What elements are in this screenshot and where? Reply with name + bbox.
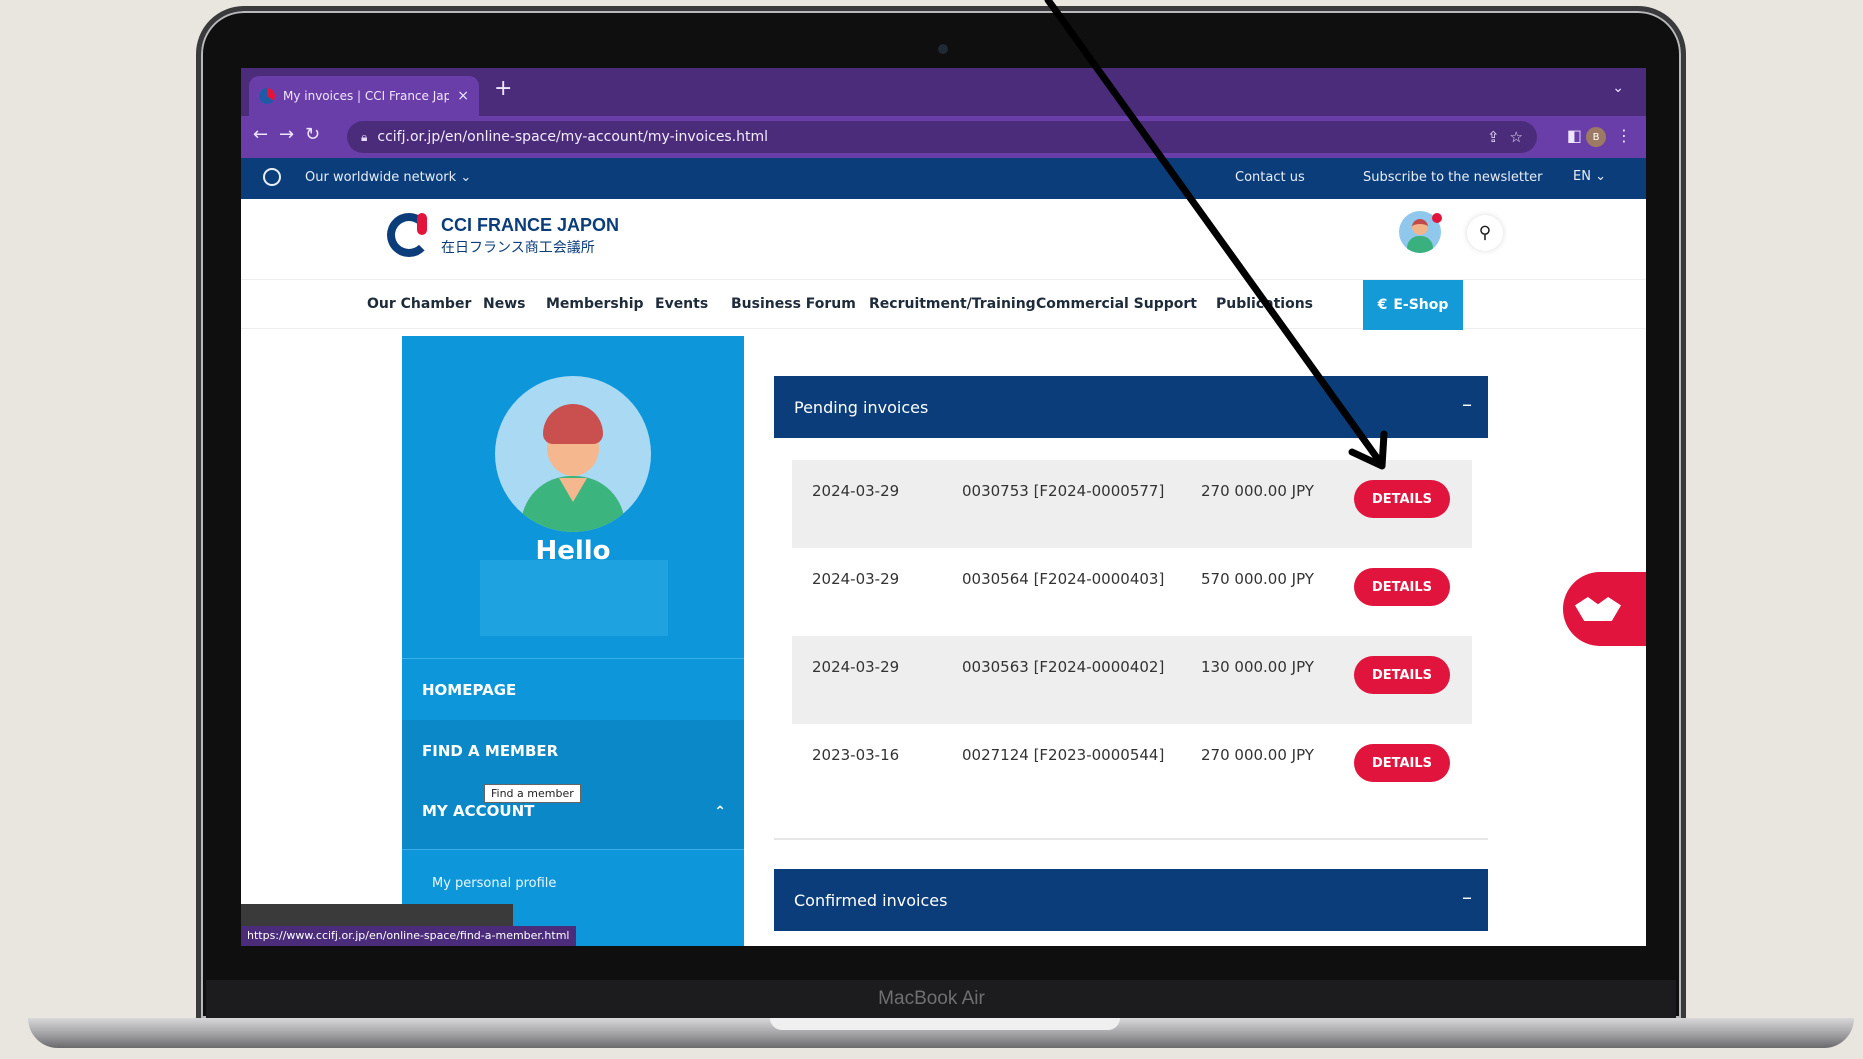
avatar-hair bbox=[543, 404, 603, 444]
screen: My invoices | CCI France Japon × + ⌄ ← →… bbox=[241, 68, 1646, 946]
invoice-number: 0030753 [F2024-0000577] bbox=[962, 482, 1165, 500]
sidebar-item-find-member[interactable]: FIND A MEMBER bbox=[402, 720, 744, 784]
network-label: Our worldwide network bbox=[305, 170, 457, 185]
details-button[interactable]: DETAILS bbox=[1354, 744, 1450, 782]
close-tab-icon[interactable]: × bbox=[457, 88, 469, 104]
boat-icon bbox=[1575, 597, 1621, 621]
invoice-row: 2024-03-29 0030563 [F2024-0000402] 130 0… bbox=[792, 636, 1472, 724]
collapse-icon[interactable]: – bbox=[1462, 392, 1472, 416]
confirmed-invoices-header[interactable]: Confirmed invoices – bbox=[774, 869, 1488, 931]
laptop-notch bbox=[770, 1018, 1120, 1030]
worldwide-network-dropdown[interactable]: Our worldwide network ⌄ bbox=[305, 170, 471, 185]
search-button[interactable]: ⚲ bbox=[1467, 215, 1503, 251]
invoice-date: 2024-03-29 bbox=[812, 658, 900, 676]
eshop-label: E-Shop bbox=[1393, 297, 1449, 313]
eshop-button[interactable]: € E-Shop bbox=[1363, 280, 1463, 330]
invoice-row: 2024-03-29 0030753 [F2024-0000577] 270 0… bbox=[792, 460, 1472, 548]
invoice-number: 0030564 [F2024-0000403] bbox=[962, 570, 1165, 588]
logo-title[interactable]: CCI FRANCE JAPON bbox=[441, 215, 619, 236]
confirmed-invoices-title: Confirmed invoices bbox=[794, 890, 948, 910]
nav-business-forum[interactable]: Business Forum bbox=[731, 296, 856, 312]
chevron-down-icon: ⌄ bbox=[1595, 169, 1606, 184]
forward-arrow-icon[interactable]: → bbox=[279, 124, 294, 145]
account-sidebar: Hello HOMEPAGE FIND A MEMBER MY ACCOUNT … bbox=[402, 336, 744, 946]
logo-accent bbox=[417, 213, 427, 235]
lock-icon: 🔒︎ bbox=[361, 129, 368, 144]
browser-toolbar: ← → ↻ 🔒︎ ccifj.or.jp/en/online-space/my-… bbox=[241, 116, 1646, 158]
invoice-date: 2023-03-16 bbox=[812, 746, 900, 764]
invoice-amount: 570 000.00 JPY bbox=[1201, 570, 1314, 588]
browser-tabbar: My invoices | CCI France Japon × + ⌄ bbox=[241, 68, 1646, 116]
invoice-amount: 270 000.00 JPY bbox=[1201, 746, 1314, 764]
avatar-head bbox=[1412, 219, 1428, 235]
avatar-body bbox=[1407, 236, 1433, 253]
language-label: EN bbox=[1573, 169, 1591, 184]
chevron-down-icon: ⌄ bbox=[460, 170, 472, 185]
laptop-brand: MacBook Air bbox=[878, 988, 985, 1009]
contact-link[interactable]: Contact us bbox=[1235, 170, 1305, 185]
profile-avatar-large bbox=[495, 376, 651, 532]
main-navigation: Our Chamber News Membership Events Busin… bbox=[241, 279, 1646, 330]
euro-icon: € bbox=[1377, 297, 1388, 313]
status-bar-url: https://www.ccifj.or.jp/en/online-space/… bbox=[241, 926, 576, 946]
pending-invoices-title: Pending invoices bbox=[794, 397, 929, 417]
tab-search-icon[interactable]: ⌄ bbox=[1612, 80, 1624, 96]
invoice-amount: 270 000.00 JPY bbox=[1201, 482, 1314, 500]
newsletter-link[interactable]: Subscribe to the newsletter bbox=[1363, 170, 1542, 185]
sidebar-item-homepage[interactable]: HOMEPAGE bbox=[402, 658, 744, 720]
my-account-label: MY ACCOUNT bbox=[422, 802, 535, 820]
pending-invoices-header[interactable]: Pending invoices – bbox=[774, 376, 1488, 438]
nav-publications[interactable]: Publications bbox=[1216, 296, 1313, 312]
side-panel-icon[interactable]: ◧ bbox=[1567, 126, 1582, 145]
invoice-row: 2023-03-16 0027124 [F2023-0000544] 270 0… bbox=[792, 724, 1472, 812]
user-name-redacted bbox=[480, 560, 668, 636]
details-button[interactable]: DETAILS bbox=[1354, 656, 1450, 694]
site-favicon-icon bbox=[259, 88, 275, 104]
nav-membership[interactable]: Membership bbox=[546, 296, 644, 312]
section-divider bbox=[774, 838, 1488, 840]
sidebar-item-personal-profile[interactable]: My personal profile bbox=[432, 876, 556, 891]
globe-icon bbox=[263, 168, 281, 186]
back-arrow-icon[interactable]: ← bbox=[253, 124, 268, 145]
share-icon[interactable]: ⇪ bbox=[1487, 128, 1500, 146]
nav-news[interactable]: News bbox=[483, 296, 525, 312]
admin-panel-bar[interactable] bbox=[241, 904, 513, 926]
invoice-number: 0027124 [F2023-0000544] bbox=[962, 746, 1165, 764]
notification-dot bbox=[1432, 213, 1442, 223]
nav-events[interactable]: Events bbox=[655, 296, 708, 312]
site-topbar: Our worldwide network ⌄ Contact us Subsc… bbox=[241, 158, 1646, 199]
invoice-number: 0030563 [F2024-0000402] bbox=[962, 658, 1165, 676]
invoice-row: 2024-03-29 0030564 [F2024-0000403] 570 0… bbox=[792, 548, 1472, 636]
invoice-date: 2024-03-29 bbox=[812, 482, 900, 500]
find-member-tooltip: Find a member bbox=[484, 784, 581, 803]
search-icon: ⚲ bbox=[1478, 223, 1492, 243]
chevron-up-icon[interactable]: ⌃ bbox=[714, 804, 726, 820]
collapse-icon[interactable]: – bbox=[1462, 885, 1472, 909]
site-header: CCI FRANCE JAPON 在日フランス商工会議所 ⚲ bbox=[241, 199, 1646, 279]
invoice-date: 2024-03-29 bbox=[812, 570, 900, 588]
details-button[interactable]: DETAILS bbox=[1354, 568, 1450, 606]
address-url[interactable]: ccifj.or.jp/en/online-space/my-account/m… bbox=[377, 129, 1477, 145]
tab-title: My invoices | CCI France Japon bbox=[283, 89, 450, 103]
camera bbox=[938, 44, 948, 54]
invoice-amount: 130 000.00 JPY bbox=[1201, 658, 1314, 676]
details-button[interactable]: DETAILS bbox=[1354, 480, 1450, 518]
logo-subtitle: 在日フランス商工会議所 bbox=[441, 239, 595, 255]
floating-boat-button[interactable] bbox=[1563, 572, 1646, 646]
nav-our-chamber[interactable]: Our Chamber bbox=[367, 296, 471, 312]
address-bar[interactable]: 🔒︎ ccifj.or.jp/en/online-space/my-accoun… bbox=[347, 121, 1537, 153]
new-tab-icon[interactable]: + bbox=[494, 76, 512, 101]
nav-recruitment-training[interactable]: Recruitment/Training bbox=[869, 296, 1036, 312]
browser-menu-icon[interactable]: ⋮ bbox=[1616, 126, 1632, 145]
language-dropdown[interactable]: EN ⌄ bbox=[1573, 169, 1606, 184]
nav-commercial-support[interactable]: Commercial Support bbox=[1036, 296, 1197, 312]
bookmark-star-icon[interactable]: ☆ bbox=[1510, 128, 1523, 146]
profile-avatar[interactable]: B bbox=[1586, 127, 1606, 147]
browser-tab[interactable]: My invoices | CCI France Japon × bbox=[249, 76, 479, 116]
reload-icon[interactable]: ↻ bbox=[305, 124, 320, 145]
